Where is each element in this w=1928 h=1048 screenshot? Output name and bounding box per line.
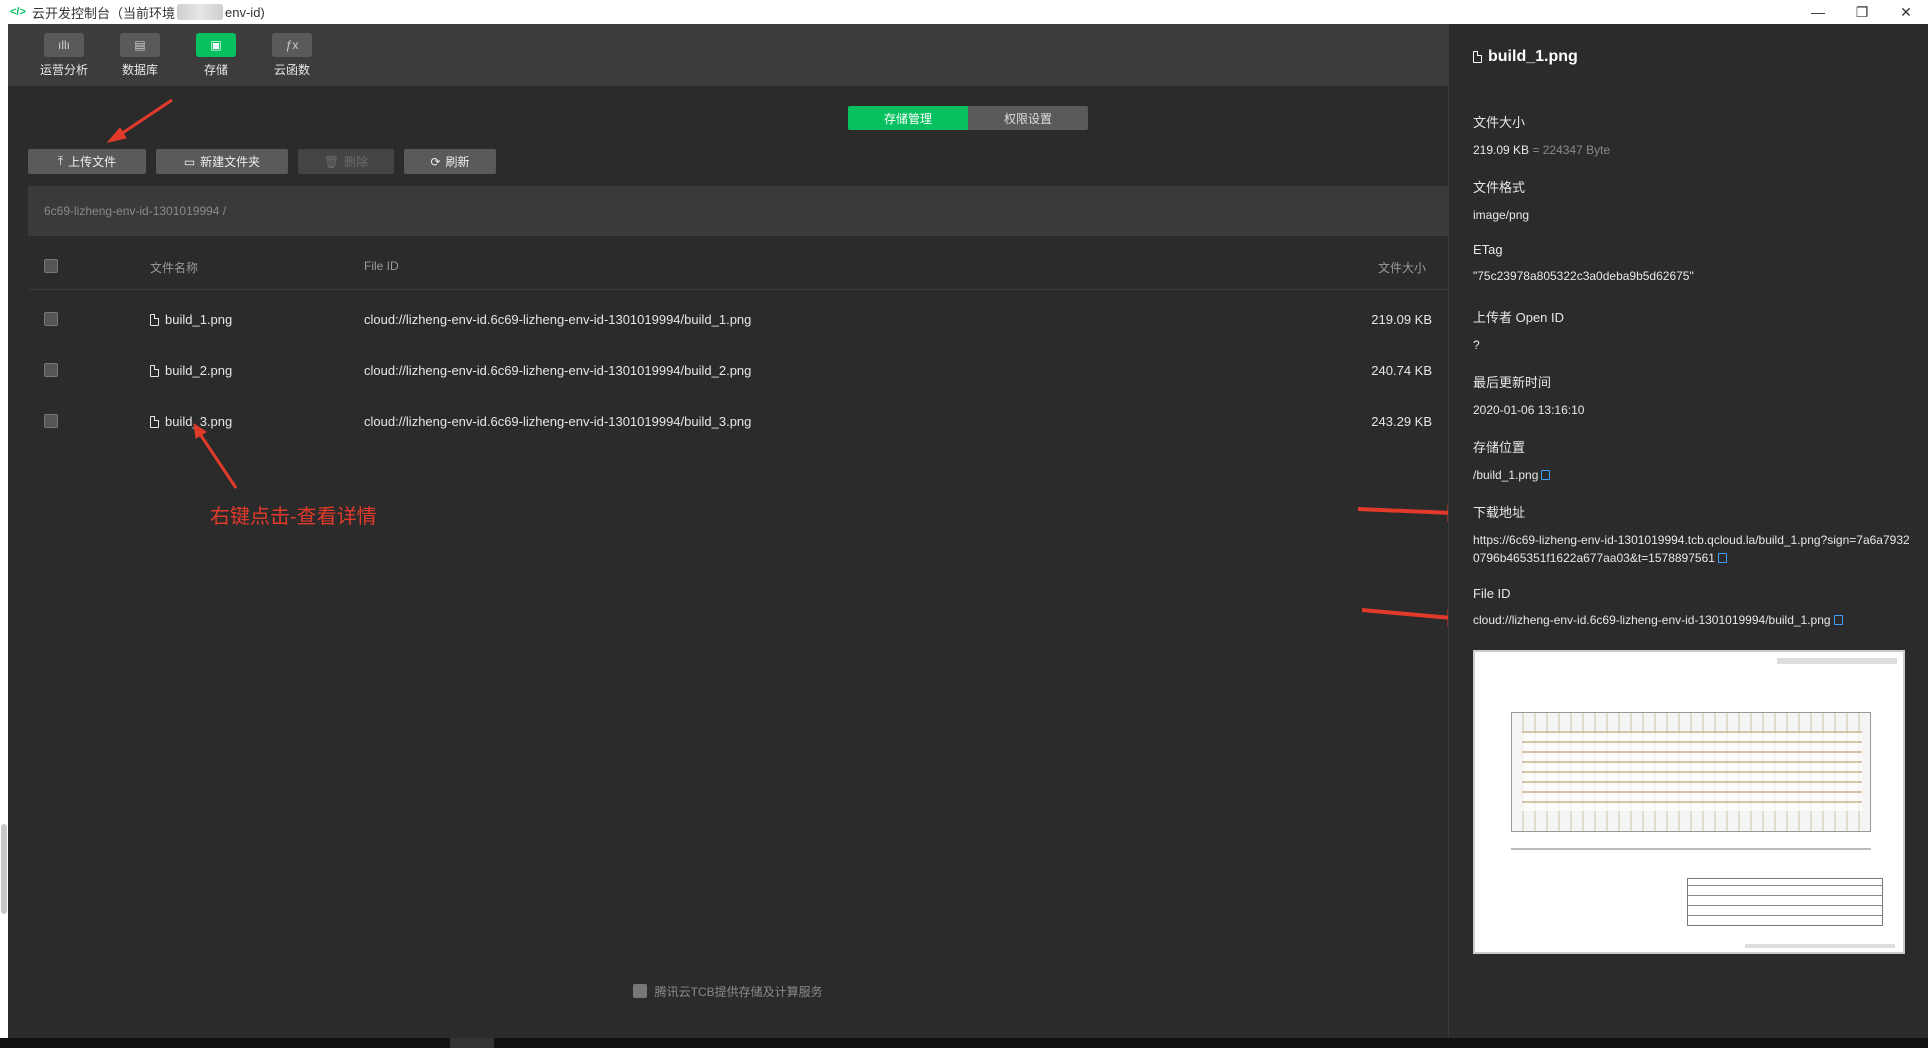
taskbar-item[interactable] <box>450 1038 494 1048</box>
file-detail-panel: build_1.png 文件大小 219.09 KB = 224347 Byte… <box>1448 24 1928 1038</box>
copy-icon[interactable] <box>1833 615 1843 625</box>
copy-icon[interactable] <box>1541 470 1551 480</box>
arrow-download <box>1357 507 1453 515</box>
file-icon <box>1473 51 1482 63</box>
preview-footer-strip <box>1745 944 1895 948</box>
copy-icon[interactable] <box>1717 553 1727 563</box>
size-value: 219.09 KB <box>1473 143 1530 157</box>
arrow-upload <box>117 98 173 138</box>
updated-value: 2020-01-06 13:16:10 <box>1473 403 1585 417</box>
format-value: image/png <box>1473 208 1530 222</box>
etag-value: "75c23978a805322c3a0deba9b5d62675" <box>1473 269 1694 283</box>
uploader-value: ? <box>1473 338 1480 352</box>
arrow-file-head <box>193 422 207 439</box>
arrow-upload-head <box>106 127 127 143</box>
size-bytes: = 224347 Byte <box>1532 143 1611 157</box>
field-location: 存储位置 /build_1.png <box>1473 437 1913 484</box>
arrow-fileid <box>1361 608 1453 620</box>
location-value: /build_1.png <box>1473 468 1539 482</box>
field-format: 文件格式 image/png <box>1473 177 1913 224</box>
taskbar <box>0 1038 1928 1048</box>
field-size: 文件大小 219.09 KB = 224347 Byte <box>1473 115 1611 157</box>
field-updated: 最后更新时间 2020-01-06 13:16:10 <box>1473 372 1913 419</box>
image-preview[interactable] <box>1473 650 1905 954</box>
arrow-file <box>198 433 238 489</box>
preview-table <box>1687 878 1883 926</box>
file-id-value: cloud://lizheng-env-id.6c69-lizheng-env-… <box>1473 613 1831 627</box>
field-etag: ETag "75c23978a805322c3a0deba9b5d62675" <box>1473 242 1913 285</box>
panel-title: build_1.png <box>1473 48 1578 66</box>
preview-header-strip <box>1777 658 1897 664</box>
download-url[interactable]: https://6c69-lizheng-env-id-1301019994.t… <box>1473 533 1910 565</box>
field-download: 下载地址 https://6c69-lizheng-env-id-1301019… <box>1473 505 1910 565</box>
field-uploader: 上传者 Open ID ? <box>1473 307 1913 354</box>
floor-plan-drawing <box>1511 712 1871 832</box>
field-file-id: File ID cloud://lizheng-env-id.6c69-lizh… <box>1473 586 1913 629</box>
preview-divider <box>1511 848 1871 850</box>
